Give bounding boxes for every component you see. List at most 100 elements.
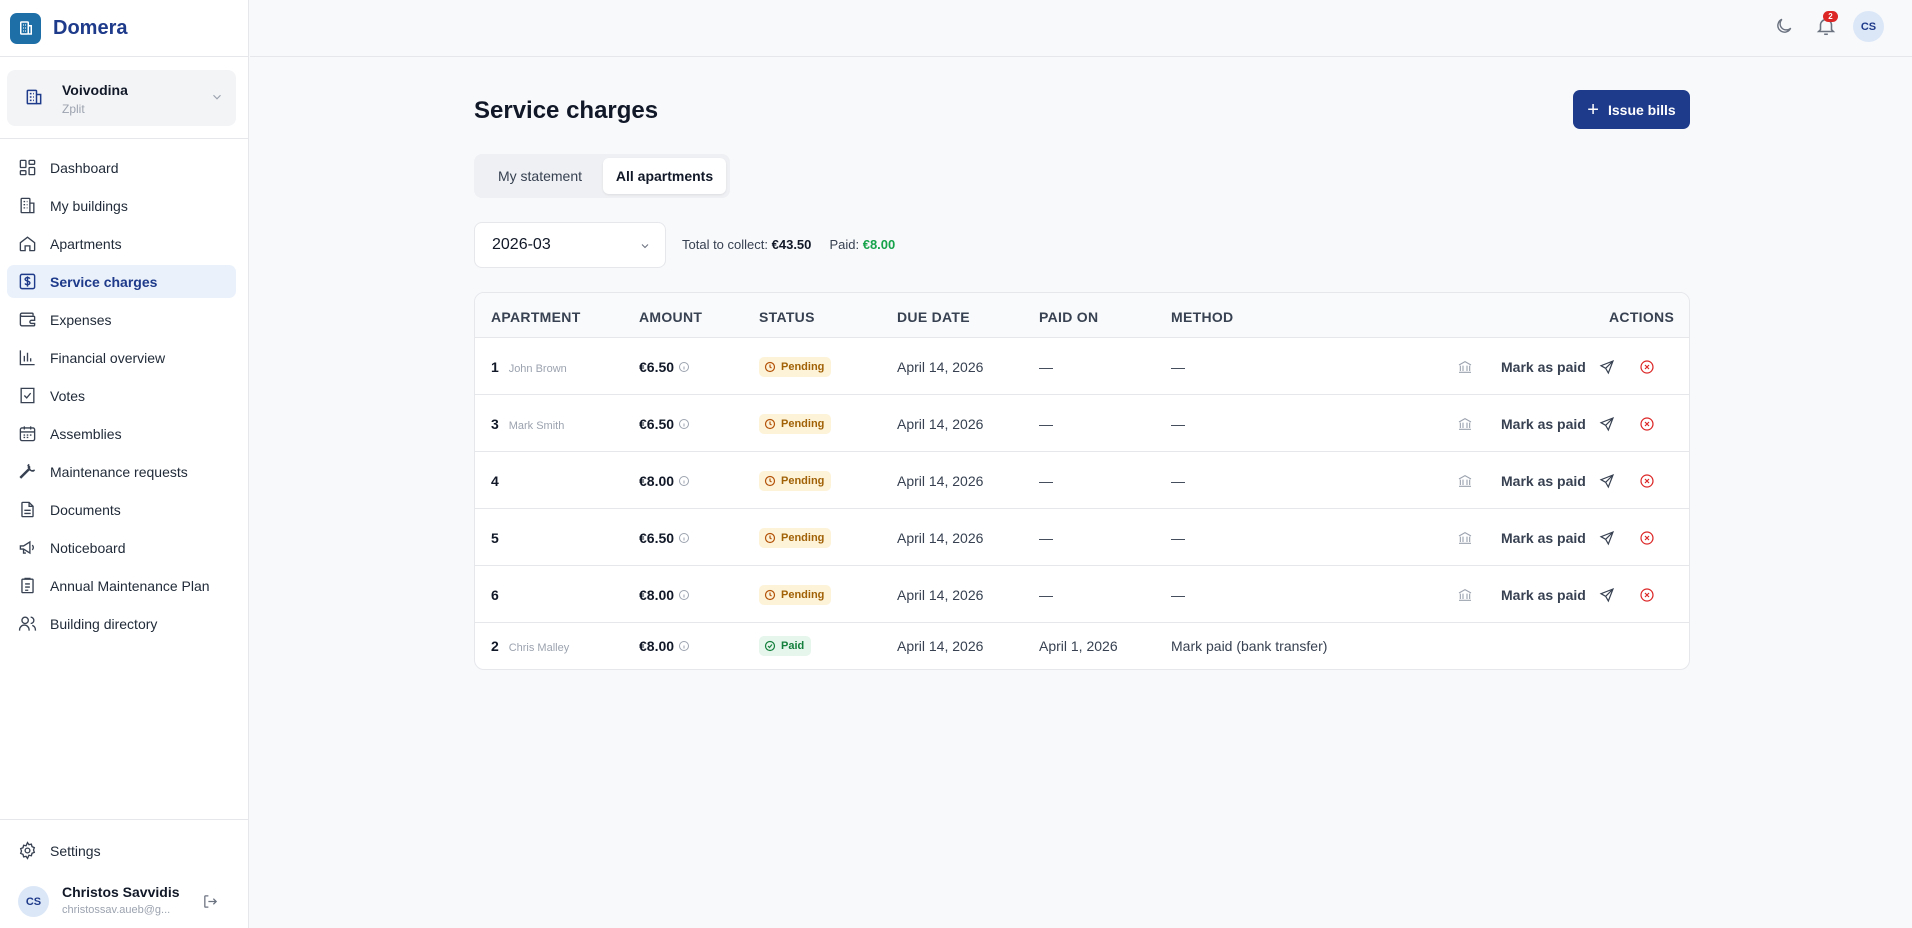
sidebar-item-my-buildings[interactable]: My buildings (7, 189, 236, 222)
status-cell: Pending (759, 585, 832, 605)
building-switcher[interactable]: Voivodina Zplit (7, 70, 236, 126)
chevron-down-icon (641, 244, 649, 249)
sidebar-item-dashboard[interactable]: Dashboard (7, 151, 236, 184)
megaphone-icon (19, 540, 34, 555)
send-icon[interactable] (1599, 359, 1615, 375)
avatar[interactable]: CS (1853, 11, 1884, 42)
clock-icon (764, 532, 776, 544)
sidebar-item-apartments[interactable]: Apartments (7, 227, 236, 260)
sidebar-item-label: Documents (50, 501, 121, 518)
info-icon[interactable] (678, 475, 690, 487)
paid-on-cell: — (1039, 473, 1053, 489)
cancel-icon[interactable] (1639, 587, 1655, 603)
sidebar-item-label: Expenses (50, 311, 112, 328)
period-select[interactable]: 2026-03 (474, 222, 666, 268)
amount-cell: €8.00 (639, 587, 690, 603)
status-badge: Pending (759, 471, 832, 491)
info-icon[interactable] (678, 640, 690, 652)
method-cell: — (1171, 530, 1185, 546)
tab-all-apartments[interactable]: All apartments (603, 158, 726, 194)
info-icon[interactable] (678, 361, 690, 373)
paid-label: Paid: (829, 237, 860, 252)
apartment-owner: John Brown (508, 363, 567, 375)
clipboard-icon (21, 577, 34, 594)
sidebar-item-label: Settings (50, 842, 101, 859)
bank-icon[interactable] (1457, 473, 1473, 489)
bank-icon[interactable] (1457, 416, 1473, 432)
column-header: METHOD (1171, 309, 1234, 325)
wallet-icon (19, 312, 36, 327)
document-icon (21, 501, 34, 518)
status-label: Pending (781, 532, 825, 544)
table-row: 4 €8.00 Pending April 14, 2026 — — Mark as p… (475, 452, 1689, 509)
bank-icon[interactable] (1457, 587, 1473, 603)
sidebar-item-expenses[interactable]: Expenses (7, 303, 236, 336)
total-label: Total to collect: (682, 237, 768, 252)
issue-bills-button[interactable]: + Issue bills (1573, 90, 1690, 129)
info-icon[interactable] (678, 418, 690, 430)
info-icon[interactable] (678, 589, 690, 601)
sidebar-item-annual-maintenance-plan[interactable]: Annual Maintenance Plan (7, 569, 236, 602)
charges-table: APARTMENT AMOUNT STATUS DUE DATE PAID ON… (474, 292, 1690, 670)
cancel-icon[interactable] (1639, 530, 1655, 546)
paid-value: €8.00 (862, 237, 896, 252)
sidebar-item-documents[interactable]: Documents (7, 493, 236, 526)
cancel-icon[interactable] (1639, 473, 1655, 489)
due-date-cell: April 14, 2026 (897, 530, 984, 546)
sidebar-item-financial-overview[interactable]: Financial overview (7, 341, 236, 374)
sidebar-item-assemblies[interactable]: Assemblies (7, 417, 236, 450)
sidebar-item-votes[interactable]: Votes (7, 379, 236, 412)
sidebar-item-maintenance-requests[interactable]: Maintenance requests (7, 455, 236, 488)
view-tabs: My statement All apartments (474, 154, 730, 198)
send-icon[interactable] (1599, 416, 1615, 432)
amount-cell: €6.50 (639, 530, 690, 546)
moon-icon[interactable] (1774, 16, 1794, 36)
logout-icon[interactable] (202, 893, 219, 910)
cancel-icon[interactable] (1639, 359, 1655, 375)
bank-icon[interactable] (1457, 530, 1473, 546)
mark-as-paid-button[interactable]: Mark as paid (1501, 416, 1586, 432)
apartment-cell: 2 Chris Malley (491, 638, 569, 654)
mark-as-paid-button[interactable]: Mark as paid (1501, 587, 1586, 603)
mark-as-paid-button[interactable]: Mark as paid (1501, 530, 1586, 546)
sidebar-item-label: Building directory (50, 615, 158, 632)
send-icon[interactable] (1599, 587, 1615, 603)
apartment-owner: Chris Malley (508, 642, 570, 654)
sidebar-item-settings[interactable]: Settings (7, 834, 236, 867)
notification-badge: 2 (1823, 11, 1838, 22)
issue-bills-label: Issue bills (1607, 101, 1676, 118)
user-profile[interactable]: CS Christos Savvidis christossav.aueb@g.… (18, 884, 238, 920)
apartment-number: 5 (491, 530, 499, 546)
due-date-cell: April 14, 2026 (897, 416, 984, 432)
status-cell: Pending (759, 357, 832, 377)
send-icon[interactable] (1599, 473, 1615, 489)
sidebar-item-label: Noticeboard (50, 539, 126, 556)
send-icon[interactable] (1599, 530, 1615, 546)
sidebar-item-label: Apartments (50, 235, 122, 252)
building-icon (26, 89, 42, 105)
collection-summary: Total to collect: €43.50 Paid: €8.00 (682, 237, 895, 252)
tab-my-statement[interactable]: My statement (478, 158, 602, 194)
sidebar-item-noticeboard[interactable]: Noticeboard (7, 531, 236, 564)
apartment-number: 1 (491, 359, 499, 375)
user-name: Christos Savvidis (62, 884, 180, 900)
amount-cell: €6.50 (639, 359, 690, 375)
wrench-icon (19, 463, 36, 479)
paid-on-cell: — (1039, 530, 1053, 546)
amount-cell: €6.50 (639, 416, 690, 432)
mark-as-paid-button[interactable]: Mark as paid (1501, 473, 1586, 489)
paid-on-cell: April 1, 2026 (1039, 638, 1118, 654)
info-icon[interactable] (678, 532, 690, 544)
cancel-icon[interactable] (1639, 416, 1655, 432)
apartment-number: 3 (491, 416, 499, 432)
sidebar-item-service-charges[interactable]: Service charges (7, 265, 236, 298)
column-header: PAID ON (1039, 309, 1099, 325)
sidebar-item-building-directory[interactable]: Building directory (7, 607, 236, 640)
domera-logo-icon (10, 12, 41, 44)
table-row: 2 Chris Malley €8.00 Paid April 14, 2026 A… (475, 623, 1689, 669)
brand[interactable]: Domera (0, 0, 248, 57)
method-cell: — (1171, 473, 1185, 489)
apartment-number: 6 (491, 587, 499, 603)
bank-icon[interactable] (1457, 359, 1473, 375)
mark-as-paid-button[interactable]: Mark as paid (1501, 359, 1586, 375)
